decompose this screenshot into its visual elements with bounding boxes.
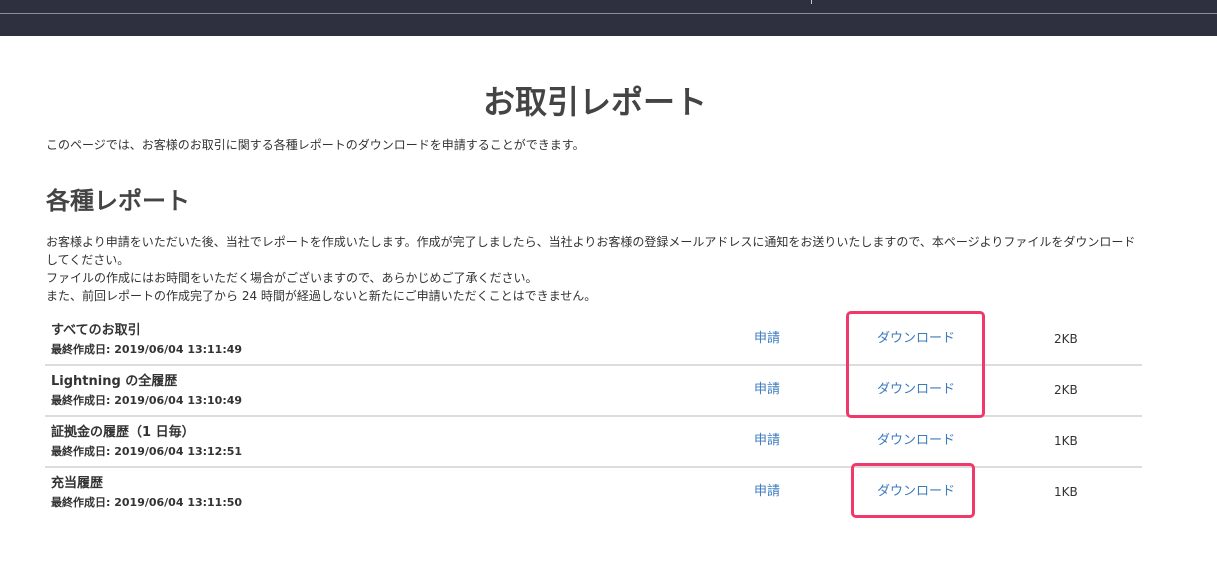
description-line-4: また、前回レポートの作成完了から 24 時間が経過しないと新たにご申請いただくこ… — [46, 289, 597, 303]
apply-link[interactable]: 申請 — [754, 381, 780, 399]
report-name: Lightning の全履歴 — [51, 374, 178, 389]
download-link[interactable]: ダウンロード — [877, 381, 955, 399]
file-size: 1KB — [1054, 434, 1078, 448]
report-row-lightning-history: Lightning の全履歴 最終作成日: 2019/06/04 13:10:4… — [45, 366, 1142, 417]
report-table: すべてのお取引 最終作成日: 2019/06/04 13:11:49 申請 ダウ… — [45, 315, 1142, 517]
topbar-divider — [0, 13, 1217, 14]
page-intro: このページでは、お客様のお取引に関する各種レポートのダウンロードを申請することが… — [46, 138, 585, 152]
download-link[interactable]: ダウンロード — [877, 432, 955, 450]
topbar-marker — [811, 0, 812, 4]
apply-link[interactable]: 申請 — [754, 330, 780, 348]
report-last-created: 最終作成日: 2019/06/04 13:11:49 — [51, 343, 243, 356]
report-name: すべてのお取引 — [51, 323, 141, 338]
file-size: 2KB — [1054, 383, 1078, 397]
apply-link[interactable]: 申請 — [754, 483, 780, 501]
report-row-margin-history: 証拠金の履歴（1 日毎） 最終作成日: 2019/06/04 13:12:51 … — [45, 417, 1142, 468]
apply-link[interactable]: 申請 — [754, 432, 780, 450]
report-row-all-transactions: すべてのお取引 最終作成日: 2019/06/04 13:11:49 申請 ダウ… — [45, 315, 1142, 366]
report-last-created: 最終作成日: 2019/06/04 13:12:51 — [51, 445, 243, 458]
report-name: 証拠金の履歴（1 日毎） — [51, 425, 195, 440]
section-description: お客様より申請をいただいた後、当社でレポートを作成いたします。作成が完了しました… — [46, 233, 1146, 305]
description-line-1: お客様より申請をいただいた後、当社でレポートを作成いたします。作成が完了しました… — [46, 235, 1136, 249]
download-link[interactable]: ダウンロード — [877, 483, 955, 501]
report-last-created: 最終作成日: 2019/06/04 13:10:49 — [51, 394, 243, 407]
section-title: 各種レポート — [46, 187, 190, 215]
report-row-allocation-history: 充当履歴 最終作成日: 2019/06/04 13:11:50 申請 ダウンロー… — [45, 468, 1142, 517]
download-link[interactable]: ダウンロード — [877, 330, 955, 348]
report-name: 充当履歴 — [51, 476, 104, 491]
file-size: 1KB — [1054, 485, 1078, 499]
page-title: お取引レポート — [482, 83, 707, 121]
report-last-created: 最終作成日: 2019/06/04 13:11:50 — [51, 496, 243, 509]
file-size: 2KB — [1054, 332, 1078, 346]
description-line-2: してください。 — [46, 253, 130, 267]
description-line-3: ファイルの作成にはお時間をいただく場合がございますので、あらかじめご了承ください… — [46, 271, 538, 285]
top-navigation-bar — [0, 0, 1217, 36]
